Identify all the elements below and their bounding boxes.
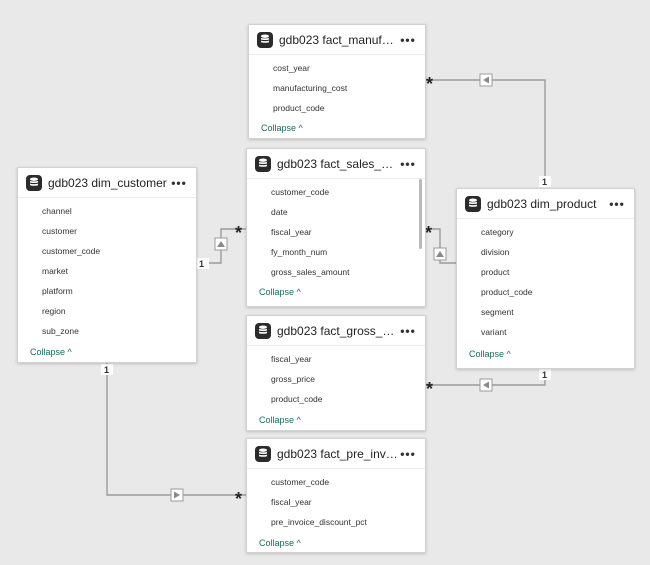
table-title: gdb023 dim_product: [487, 196, 597, 211]
table-title: gdb023 fact_pre_invoic...: [277, 446, 399, 461]
rel-one-badge: 1: [197, 258, 209, 269]
svg-text:1: 1: [542, 370, 547, 380]
more-options-icon[interactable]: •••: [399, 447, 417, 461]
field-row[interactable]: manufacturing_cost: [249, 78, 425, 98]
table-header[interactable]: gdb023 fact_pre_invoic... •••: [247, 439, 425, 469]
table-header[interactable]: gdb023 fact_gross_price •••: [247, 316, 425, 346]
field-row[interactable]: product_code: [457, 282, 634, 302]
model-canvas[interactable]: * 1 * 1 * * 1 1 * gdb023 fact_manufact •…: [0, 0, 650, 565]
table-card-fact-pre-invoice[interactable]: gdb023 fact_pre_invoic... ••• customer_c…: [246, 438, 426, 553]
field-row[interactable]: product_code: [249, 98, 425, 118]
field-row[interactable]: fy_month_num: [247, 242, 425, 262]
database-table-icon: [255, 445, 271, 462]
database-table-icon: [26, 174, 42, 191]
more-options-icon[interactable]: •••: [399, 324, 417, 338]
field-row[interactable]: fiscal_year: [247, 492, 425, 512]
collapse-button[interactable]: Collapse ^: [249, 120, 303, 136]
rel-many-label: *: [426, 74, 433, 94]
field-row[interactable]: customer: [18, 221, 196, 241]
more-options-icon[interactable]: •••: [170, 176, 188, 190]
collapse-button[interactable]: Collapse ^: [18, 344, 72, 360]
field-row[interactable]: platform: [18, 281, 196, 301]
database-table-icon: [257, 31, 273, 48]
field-row[interactable]: customer_code: [18, 241, 196, 261]
svg-text:1: 1: [542, 177, 547, 187]
rel-one-badge: 1: [539, 369, 551, 380]
table-title: gdb023 fact_gross_price: [277, 323, 399, 338]
table-title: gdb023 dim_customer: [48, 175, 167, 190]
arrow-up-icon: [214, 237, 228, 251]
field-row[interactable]: sub_zone: [18, 321, 196, 341]
rel-one-badge: 1: [539, 176, 551, 187]
field-row[interactable]: gross_price: [247, 369, 425, 389]
more-options-icon[interactable]: •••: [608, 197, 626, 211]
field-row[interactable]: channel: [18, 201, 196, 221]
table-card-fact-gross-price[interactable]: gdb023 fact_gross_price ••• fiscal_year …: [246, 315, 426, 431]
arrow-right-icon: [170, 488, 184, 502]
rel-one-badge: 1: [101, 364, 113, 375]
more-options-icon[interactable]: •••: [399, 33, 417, 47]
field-row[interactable]: customer_code: [247, 472, 425, 492]
table-card-dim-product[interactable]: gdb023 dim_product ••• category division…: [456, 188, 635, 369]
database-table-icon: [255, 322, 271, 339]
arrow-left-icon: [479, 73, 493, 87]
database-table-icon: [465, 195, 481, 212]
field-row[interactable]: segment: [457, 302, 634, 322]
database-table-icon: [255, 155, 271, 172]
field-row[interactable]: region: [18, 301, 196, 321]
field-row[interactable]: product_code: [247, 389, 425, 409]
field-row[interactable]: market: [18, 261, 196, 281]
field-row[interactable]: variant: [457, 322, 634, 342]
collapse-button[interactable]: Collapse ^: [457, 346, 511, 362]
field-row[interactable]: date: [247, 202, 425, 222]
rel-many-label: *: [426, 379, 433, 399]
field-row[interactable]: fiscal_year: [247, 349, 425, 369]
field-row[interactable]: product: [457, 262, 634, 282]
scrollbar[interactable]: [419, 179, 422, 249]
rel-line-customer-preinvoice: [106, 363, 246, 496]
table-header[interactable]: gdb023 fact_sales_mont... •••: [247, 149, 425, 179]
field-row[interactable]: cost_year: [249, 58, 425, 78]
table-header[interactable]: gdb023 dim_product •••: [457, 189, 634, 219]
table-card-fact-manufacturing[interactable]: gdb023 fact_manufactu... ••• cost_year m…: [248, 24, 426, 139]
field-row[interactable]: fiscal_year: [247, 222, 425, 242]
collapse-button[interactable]: Collapse ^: [247, 284, 301, 300]
collapse-button[interactable]: Collapse ^: [247, 535, 301, 551]
table-card-fact-sales-monthly[interactable]: gdb023 fact_sales_mont... ••• customer_c…: [246, 148, 426, 307]
svg-text:1: 1: [104, 365, 109, 375]
table-title: gdb023 fact_sales_mont...: [277, 156, 399, 171]
table-card-dim-customer[interactable]: gdb023 dim_customer ••• channel customer…: [17, 167, 197, 363]
table-title: gdb023 fact_manufactu...: [279, 32, 399, 47]
table-header[interactable]: gdb023 dim_customer •••: [18, 168, 196, 198]
collapse-button[interactable]: Collapse ^: [247, 412, 301, 428]
rel-many-label: *: [235, 489, 242, 509]
rel-many-label: *: [425, 223, 432, 243]
field-row[interactable]: category: [457, 222, 634, 242]
rel-line-manufacturing-product: [426, 79, 546, 186]
more-options-icon[interactable]: •••: [399, 157, 417, 171]
svg-text:1: 1: [199, 259, 204, 269]
field-row[interactable]: gross_sales_amount: [247, 262, 425, 282]
field-row[interactable]: division: [457, 242, 634, 262]
arrow-left-icon: [479, 378, 493, 392]
rel-many-label: *: [235, 223, 242, 243]
field-row[interactable]: customer_code: [247, 182, 425, 202]
table-header[interactable]: gdb023 fact_manufactu... •••: [249, 25, 425, 55]
field-row[interactable]: pre_invoice_discount_pct: [247, 512, 425, 532]
arrow-up-icon: [433, 247, 447, 261]
